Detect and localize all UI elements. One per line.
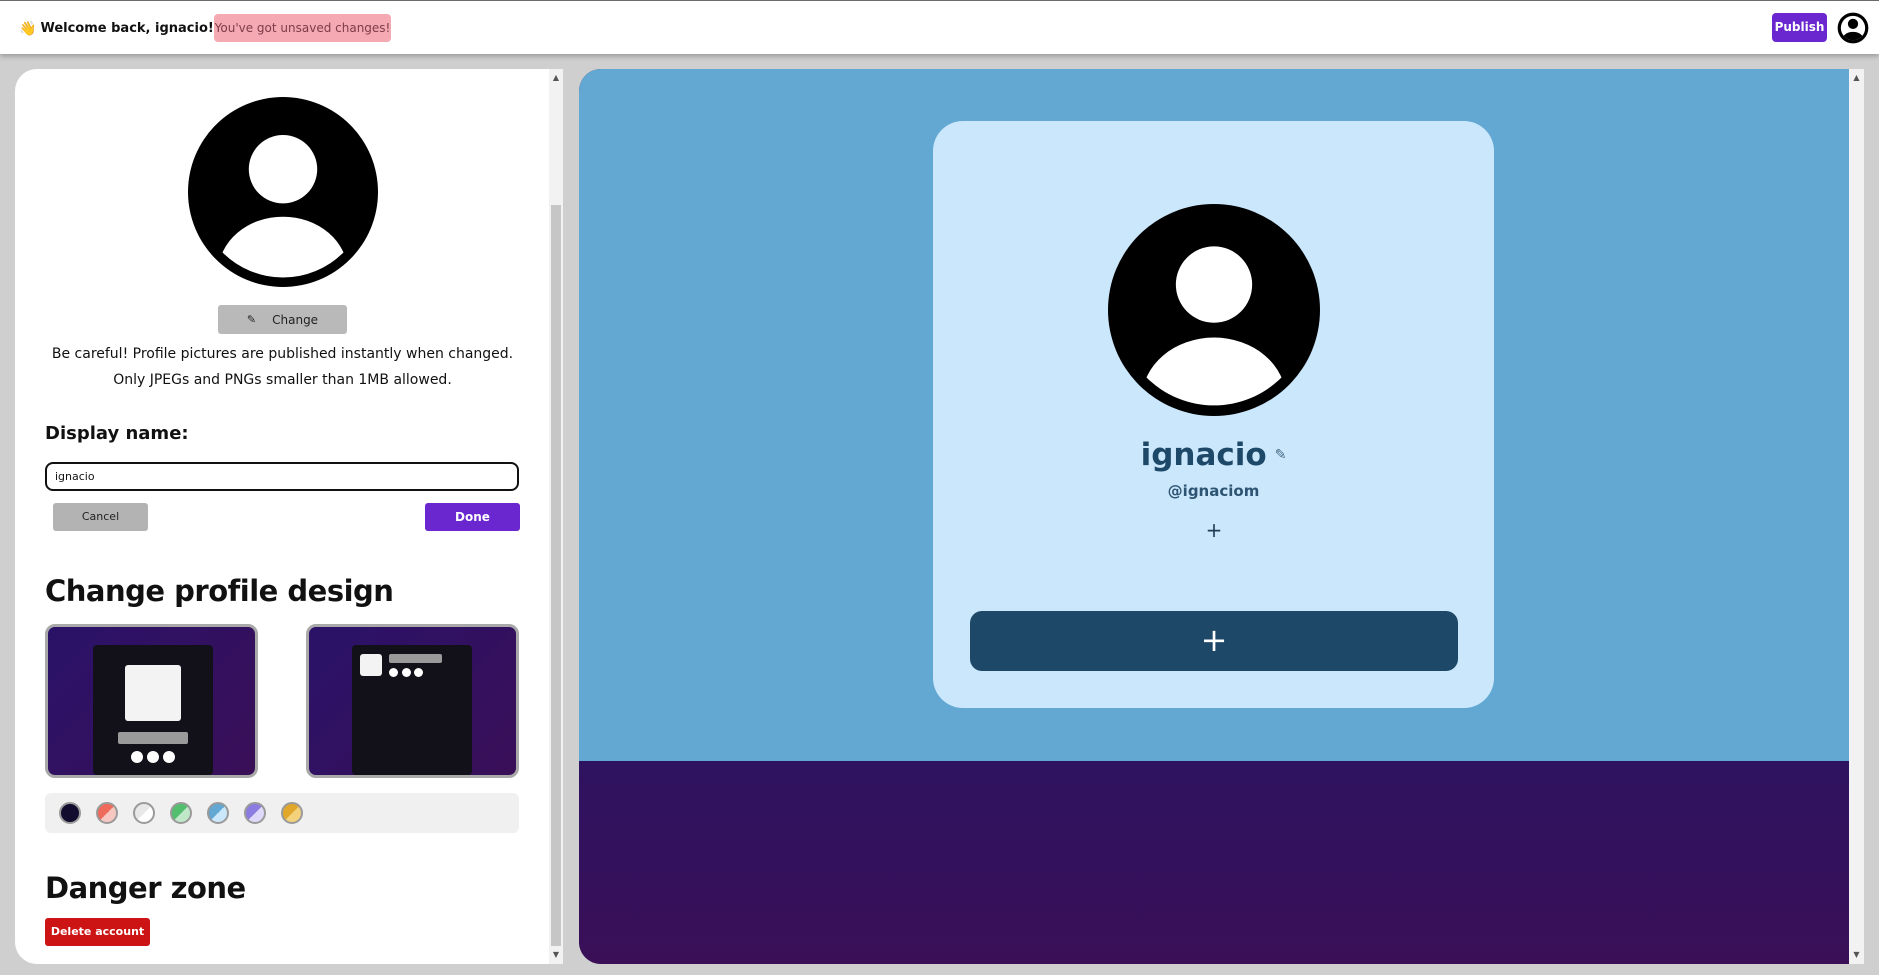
preview-scrollbar[interactable]: ▲ ▼ [1849, 69, 1864, 964]
profile-picture [188, 97, 378, 287]
color-swatch-coral[interactable] [96, 802, 118, 824]
color-swatch-blue[interactable] [207, 802, 229, 824]
color-swatch-dark[interactable] [59, 802, 81, 824]
scrollbar-thumb[interactable] [551, 205, 561, 946]
user-circle-icon[interactable] [1837, 12, 1869, 44]
upload-warning: Be careful! Profile pictures are publish… [15, 341, 550, 393]
welcome-message: 👋 Welcome back, ignacio! [19, 21, 214, 36]
color-swatch-lavender[interactable] [244, 802, 266, 824]
editor-scrollbar[interactable]: ▲ ▼ [549, 69, 563, 964]
design-preview-phone [352, 645, 472, 775]
design-section-title: Change profile design [45, 574, 394, 608]
preview-page-bottom [579, 761, 1849, 964]
danger-zone-title: Danger zone [45, 871, 246, 905]
add-social-plus-icon[interactable]: + [1203, 519, 1225, 541]
profile-preview: ignacio ✎ @ignaciom + + [579, 69, 1849, 964]
delete-account-button[interactable]: Delete account [45, 918, 150, 946]
scroll-up-arrow-icon[interactable]: ▲ [549, 71, 563, 85]
editor-panel: ✎ Change Be careful! Profile pictures ar… [15, 69, 550, 964]
profile-name: ignacio [1140, 437, 1267, 473]
display-name-input[interactable] [45, 462, 519, 491]
color-swatch-yellow[interactable] [281, 802, 303, 824]
profile-card: ignacio ✎ @ignaciom + + [933, 121, 1494, 708]
publish-button[interactable]: Publish [1772, 13, 1827, 42]
design-option-compact[interactable] [306, 624, 519, 778]
profile-avatar [1108, 204, 1320, 416]
profile-name-row: ignacio ✎ [933, 437, 1494, 473]
add-link-button[interactable]: + [970, 611, 1458, 671]
pencil-icon[interactable]: ✎ [1275, 447, 1287, 463]
design-preview-name-bar [118, 732, 188, 744]
change-picture-button[interactable]: ✎ Change [218, 305, 347, 334]
design-preview-phone [93, 645, 213, 775]
welcome-text: Welcome back, ignacio! [40, 21, 214, 36]
warning-line-2: Only JPEGs and PNGs smaller than 1MB all… [113, 372, 452, 388]
scroll-up-arrow-icon[interactable]: ▲ [1849, 71, 1864, 85]
warning-line-1: Be careful! Profile pictures are publish… [51, 346, 514, 362]
design-preview-dots [389, 668, 423, 677]
plus-icon: + [1200, 621, 1228, 659]
top-bar: 👋 Welcome back, ignacio! You've got unsa… [0, 0, 1879, 54]
design-preview-avatar [125, 665, 181, 721]
color-swatch-green[interactable] [170, 802, 192, 824]
pencil-icon: ✎ [246, 313, 257, 326]
unsaved-changes-badge: You've got unsaved changes! [214, 14, 391, 42]
design-preview-name-bar [389, 654, 442, 663]
color-swatch-white[interactable] [133, 802, 155, 824]
design-preview-avatar [360, 654, 382, 676]
scroll-down-arrow-icon[interactable]: ▼ [549, 948, 563, 962]
color-swatch-row [45, 793, 519, 833]
design-option-centered[interactable] [45, 624, 258, 778]
scroll-down-arrow-icon[interactable]: ▼ [1849, 948, 1864, 962]
done-button[interactable]: Done [425, 503, 520, 531]
design-preview-dots [131, 751, 175, 763]
wave-icon: 👋 [19, 20, 37, 37]
profile-handle: @ignaciom [1167, 482, 1260, 500]
display-name-label: Display name: [45, 423, 189, 444]
cancel-button[interactable]: Cancel [53, 503, 148, 531]
change-picture-label: Change [272, 312, 319, 327]
